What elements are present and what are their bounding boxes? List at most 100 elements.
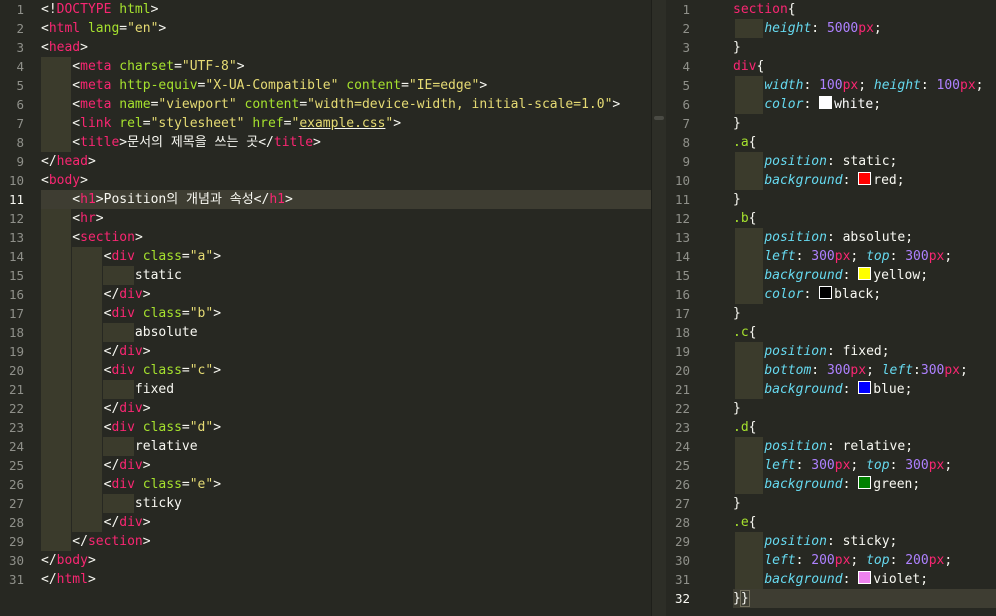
code-line[interactable]: absolute [41, 323, 651, 342]
code-line[interactable]: position: sticky; [733, 532, 996, 551]
code-token: content [236, 97, 300, 112]
code-line[interactable]: position: absolute; [733, 228, 996, 247]
color-swatch-icon [858, 571, 872, 584]
code-line[interactable]: <meta name="viewport" content="width=dev… [41, 95, 651, 114]
code-line[interactable]: .b{ [733, 209, 996, 228]
code-token: </ [41, 154, 57, 169]
code-line[interactable]: <meta http-equiv = "X-UA-Compatible" conte… [41, 76, 651, 95]
code-token: > [213, 306, 222, 321]
code-token: "X-UA-Compatible" [205, 78, 339, 93]
code-line[interactable]: relative [41, 437, 651, 456]
line-number: 14 [8, 249, 24, 264]
code-line[interactable]: section{ [733, 0, 996, 19]
line-number: 18 [8, 325, 24, 340]
code-line[interactable]: <hr> [41, 209, 651, 228]
code-token: "width=device-width, initial-scale=1.0" [307, 97, 613, 112]
line-number: 22 [8, 401, 24, 416]
code-token: > [213, 363, 222, 378]
editor-scrollbar-left[interactable] [651, 0, 666, 616]
code-token: bottom [764, 363, 812, 378]
code-line[interactable]: bottom: 300px; left:300px; [733, 361, 996, 380]
code-line[interactable]: </body> [41, 551, 651, 570]
code-line[interactable]: } [733, 494, 996, 513]
code-line[interactable]: left: 300px; top: 300px; [733, 247, 996, 266]
code-line[interactable]: </div> [41, 513, 651, 532]
code-line[interactable]: } [733, 190, 996, 209]
code-token: px [834, 458, 851, 473]
code-token: > [134, 230, 143, 245]
code-token: { [748, 211, 757, 226]
code-line[interactable]: } [733, 304, 996, 323]
code-line[interactable]: position: fixed; [733, 342, 996, 361]
code-line[interactable]: left: 300px; top: 300px; [733, 456, 996, 475]
code-line[interactable]: .c{ [733, 323, 996, 342]
code-line[interactable]: background: violet; [733, 570, 996, 589]
code-line[interactable]: color: white; [733, 95, 996, 114]
code-line[interactable]: position: static; [733, 152, 996, 171]
code-token: .e [733, 515, 749, 530]
code-line[interactable]: <div class="e"> [41, 475, 651, 494]
code-line[interactable]: <div class="d"> [41, 418, 651, 437]
code-line[interactable]: <body> [41, 171, 651, 190]
code-line[interactable]: <section> [41, 228, 651, 247]
code-line[interactable]: fixed [41, 380, 651, 399]
code-token: < [41, 40, 49, 55]
code-token: = [142, 116, 151, 131]
code-token: class [134, 420, 182, 435]
code-line[interactable]: <div class="a"> [41, 247, 651, 266]
code-line[interactable]: background: yellow; [733, 266, 996, 285]
code-line[interactable]: position: relative; [733, 437, 996, 456]
code-line[interactable]: <head> [41, 38, 651, 57]
code-token: { [748, 515, 757, 530]
code-line[interactable]: </div> [41, 285, 651, 304]
code-line[interactable]: static [41, 266, 651, 285]
line-number: 2 [16, 21, 24, 36]
code-line[interactable]: <html lang="en"> [41, 19, 651, 38]
code-line[interactable]: background: green; [733, 475, 996, 494]
code-line[interactable]: sticky [41, 494, 651, 513]
code-line[interactable]: <meta charset="UTF-8"> [41, 57, 651, 76]
code-token: div [111, 477, 135, 492]
code-line[interactable]: }} [733, 589, 996, 608]
code-line[interactable]: background: blue; [733, 380, 996, 399]
code-token: div [111, 306, 135, 321]
code-line[interactable]: <div class="c"> [41, 361, 651, 380]
editor-pane-css[interactable]: 1 section{2 height: 5000px; 3} 4 div{5 width… [666, 0, 996, 616]
editor-pane-html[interactable]: 1 <!DOCTYPE html> 2 <html lang="en"> 3 <head>… [0, 0, 651, 616]
code-token: body [48, 173, 81, 188]
code-line[interactable]: height: 5000px; [733, 19, 996, 38]
line-number: 9 [16, 154, 24, 169]
code-line[interactable]: </section> [41, 532, 651, 551]
code-line[interactable]: <title>문서의 제목을 쓰는 곳</title> [41, 133, 651, 152]
code-line[interactable]: .e{ [733, 513, 996, 532]
code-line[interactable]: </div> [41, 399, 651, 418]
code-line[interactable]: color: black; [733, 285, 996, 304]
code-line[interactable]: <link rel="stylesheet" href="example.css… [41, 114, 651, 133]
code-line[interactable]: <!DOCTYPE html> [41, 0, 651, 19]
code-line[interactable]: } [733, 114, 996, 133]
code-line[interactable]: width: 100px; height: 100px; [733, 76, 996, 95]
code-line[interactable]: background: red; [733, 171, 996, 190]
line-number: 7 [682, 116, 690, 131]
code-line[interactable]: div{ [733, 57, 996, 76]
code-line[interactable]: .d{ [733, 418, 996, 437]
code-token: < [41, 21, 49, 36]
code-line[interactable]: <div class="b"> [41, 304, 651, 323]
code-token: >Position의 개념과 속성</ [95, 192, 270, 207]
code-line[interactable]: .a{ [733, 133, 996, 152]
scrollbar-thumb-left[interactable] [654, 116, 664, 120]
code-line[interactable]: </html> [41, 570, 651, 589]
code-line[interactable]: } [733, 38, 996, 57]
code-line[interactable]: </div> [41, 342, 651, 361]
code-token: top [866, 553, 890, 568]
line-number: 11 [674, 192, 690, 207]
code-line[interactable]: </div> [41, 456, 651, 475]
code-line[interactable]: <h1>Position의 개념과 속성</h1> [41, 190, 651, 209]
code-line[interactable]: } [733, 399, 996, 418]
code-line[interactable]: </head> [41, 152, 651, 171]
code-token: div [111, 363, 135, 378]
code-line[interactable]: left: 200px; top: 200px; [733, 551, 996, 570]
color-swatch-icon [858, 476, 872, 489]
